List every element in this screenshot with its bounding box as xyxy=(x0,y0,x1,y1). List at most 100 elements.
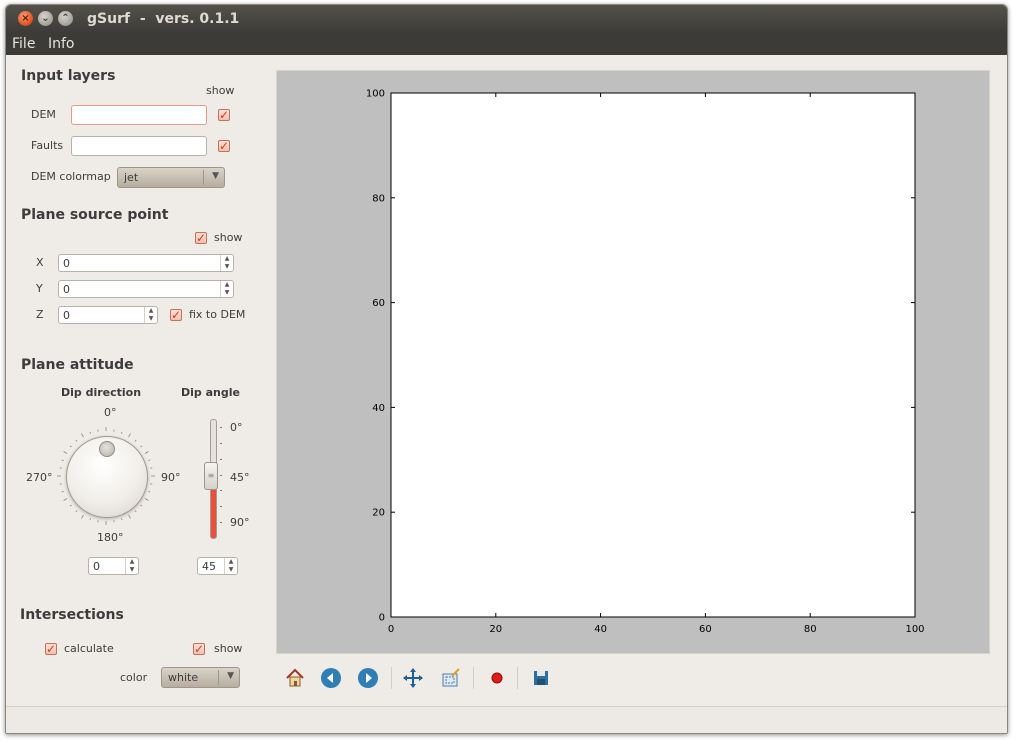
dip-direction-label: Dip direction xyxy=(61,386,142,399)
y-tick-label: 80 xyxy=(372,193,385,204)
fix-dem-checkbox[interactable]: ✓ xyxy=(170,309,182,321)
dem-label: DEM xyxy=(31,108,56,121)
dem-show-checkbox[interactable]: ✓ xyxy=(218,109,230,121)
color-combo[interactable]: white ▼ xyxy=(161,667,240,688)
y-tick-label: 60 xyxy=(372,298,385,309)
intersections-title: Intersections xyxy=(20,607,124,623)
dial-tick xyxy=(63,451,68,454)
dial-tick xyxy=(148,459,151,461)
dial-tick xyxy=(89,431,91,434)
dip-direction-value: 0 xyxy=(93,560,100,573)
window-title: gSurf - vers. 0.1.1 xyxy=(87,11,240,27)
source-show-checkbox[interactable]: ✓ xyxy=(195,232,207,244)
dip-direction-dial[interactable] xyxy=(66,436,148,518)
spin-arrows-icon[interactable]: ▲ ▼ xyxy=(125,558,138,574)
slider-label-90: 90° xyxy=(230,516,250,529)
dial-tick xyxy=(61,459,64,461)
y-value: 0 xyxy=(63,283,70,296)
colormap-value: jet xyxy=(124,171,139,184)
input-show-label: show xyxy=(206,84,235,97)
y-tick-label: 100 xyxy=(366,89,385,100)
plot-area[interactable]: 0 20 40 60 80 100 0 20 40 60 80 100 xyxy=(276,70,990,654)
dial-tick xyxy=(75,439,78,442)
dial-tick xyxy=(75,510,78,513)
intersections-show-label: show xyxy=(214,642,243,655)
x-tick-label: 100 xyxy=(905,624,924,635)
x-tick-label: 60 xyxy=(699,624,712,635)
x-spinbox[interactable]: 0 ▲ ▼ xyxy=(58,254,234,272)
menu-file[interactable]: File xyxy=(12,36,35,52)
minimize-icon[interactable]: ⌄ xyxy=(38,11,53,26)
x-value: 0 xyxy=(63,257,70,270)
z-spinbox[interactable]: 0 ▲ ▼ xyxy=(58,306,158,324)
color-label: color xyxy=(120,671,148,684)
dial-tick xyxy=(63,498,68,501)
dial-tick xyxy=(140,445,143,448)
dial-tick xyxy=(121,431,123,434)
status-bar xyxy=(6,706,1007,733)
colormap-combo[interactable]: jet ▼ xyxy=(117,167,225,188)
spin-arrows-icon[interactable]: ▲ ▼ xyxy=(224,558,237,574)
dip-direction-spinbox[interactable]: 0 ▲ ▼ xyxy=(88,557,139,575)
back-icon[interactable] xyxy=(318,665,344,691)
dip-angle-value: 45 xyxy=(202,560,216,573)
zoom-icon[interactable] xyxy=(438,665,464,691)
fix-dem-label: fix to DEM xyxy=(189,308,246,321)
x-tick-label: 80 xyxy=(804,624,817,635)
y-spinbox[interactable]: 0 ▲ ▼ xyxy=(58,280,234,298)
dial-tick xyxy=(128,433,131,438)
plane-attitude-title: Plane attitude xyxy=(21,357,134,373)
dial-tick xyxy=(128,514,131,519)
close-icon[interactable]: × xyxy=(18,11,33,26)
record-icon[interactable] xyxy=(484,665,510,691)
x-tick-label: 20 xyxy=(489,624,502,635)
color-value: white xyxy=(168,671,199,684)
slider-handle-icon[interactable]: ≡ xyxy=(204,462,218,490)
dial-tick xyxy=(140,504,143,507)
slider-label-0: 0° xyxy=(230,421,243,434)
dem-field[interactable] xyxy=(71,105,207,125)
save-icon[interactable] xyxy=(528,665,554,691)
intersections-show-checkbox[interactable]: ✓ xyxy=(193,643,205,655)
dial-tick xyxy=(61,491,64,493)
dial-tick xyxy=(121,518,123,521)
dip-angle-label: Dip angle xyxy=(181,386,240,399)
x-tick-label: 0 xyxy=(388,624,394,635)
plot-frame xyxy=(390,92,916,618)
z-value: 0 xyxy=(63,309,70,322)
dial-tick xyxy=(89,518,91,521)
slider-ticks xyxy=(220,427,222,523)
source-show-label: show xyxy=(214,231,243,244)
dial-tick xyxy=(81,433,84,438)
forward-icon[interactable] xyxy=(355,665,381,691)
calculate-checkbox[interactable]: ✓ xyxy=(45,643,57,655)
y-tick-label: 40 xyxy=(372,403,385,414)
menu-info[interactable]: Info xyxy=(48,36,75,52)
dial-label-w: 270° xyxy=(26,471,53,484)
dial-label-s: 180° xyxy=(97,531,124,544)
faults-show-checkbox[interactable]: ✓ xyxy=(218,140,230,152)
dip-angle-spinbox[interactable]: 45 ▲ ▼ xyxy=(197,557,238,575)
dial-label-e: 90° xyxy=(161,471,181,484)
dial-tick xyxy=(69,445,72,448)
toolbar-separator xyxy=(391,667,392,689)
chart: 0 20 40 60 80 100 0 20 40 60 80 100 xyxy=(366,89,925,636)
dial-tick xyxy=(134,510,137,513)
home-icon[interactable] xyxy=(282,665,308,691)
dial-tick xyxy=(69,504,72,507)
faults-label: Faults xyxy=(31,139,64,152)
spin-arrows-icon[interactable]: ▲ ▼ xyxy=(220,281,233,297)
dial-tick xyxy=(144,498,149,501)
y-tick-label: 0 xyxy=(379,613,385,624)
slider-label-45: 45° xyxy=(230,471,250,484)
pan-icon[interactable] xyxy=(400,665,426,691)
spin-arrows-icon[interactable]: ▲ ▼ xyxy=(220,255,233,271)
maximize-icon[interactable]: ⌃ xyxy=(58,11,73,26)
toolbar-separator xyxy=(517,667,518,689)
faults-field[interactable] xyxy=(71,136,207,156)
dial-knob-icon[interactable] xyxy=(99,441,115,457)
title-bar: × ⌄ ⌃ gSurf - vers. 0.1.1 xyxy=(6,5,1007,33)
calculate-label: calculate xyxy=(64,642,114,655)
spin-arrows-icon[interactable]: ▲ ▼ xyxy=(144,307,157,323)
dial-tick xyxy=(134,439,137,442)
